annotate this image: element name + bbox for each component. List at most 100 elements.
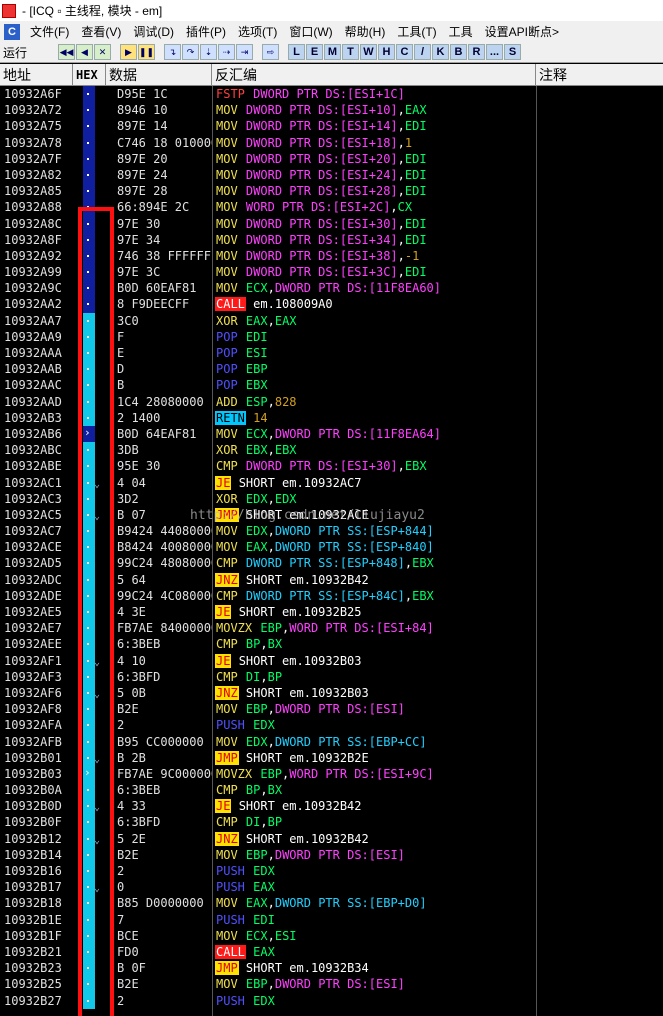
opcode-cell: 897E 20 [117,151,168,166]
disasm-row[interactable]: 10932A85 897E 28 MOV DWORD PTR DS:[ESI+28]… [0,183,663,200]
address-cell: 10932B25 [4,977,62,992]
memory-map-button[interactable]: M [324,44,341,60]
column-data[interactable]: 数据 [106,64,212,86]
executable-modules-button[interactable]: E [306,44,323,60]
opcode-cell: B0D 64EAF81 [117,426,197,441]
menu-help[interactable]: 帮助(H) [339,23,392,40]
mnemonic: MOV [216,928,238,943]
disasm-row[interactable]: 10932A78C746 18 0100000MOV DWORD PTR DS:… [0,134,663,151]
disassembly-cell: CMP BP,BX [215,782,282,798]
menu-window[interactable]: 窗口(W) [283,23,338,40]
address-cell: 10932A8F [4,232,62,247]
address-cell: 10932A78 [4,135,62,150]
operand: WORD PTR DS:[ESI+9C] [289,766,434,781]
column-comment[interactable]: 注释 [536,64,663,86]
menu-api-breakpoint[interactable]: 设置API断点> [479,23,565,40]
column-address[interactable]: 地址 [0,64,73,86]
column-hex[interactable]: HEX [73,64,106,86]
address-cell: 10932AFA [4,718,62,733]
operand: EDI [404,119,427,134]
disassembly-cell: MOV DWORD PTR DS:[ESI+38],-1 [215,248,419,264]
mnemonic: MOV [216,847,238,862]
address-cell: 10932ABC [4,443,62,458]
operand: BP [245,637,261,652]
mnemonic: MOV [216,184,238,199]
operand: DWORD PTR DS:[ESI+20] [245,151,398,166]
step-into-icon[interactable]: ↴ [164,44,181,60]
disassembly-cell: MOVZX EBP,WORD PTR DS:[ESI+9C] [215,766,434,782]
disassembly-cell: PUSH EDX [215,863,275,879]
opcode-cell: 5 64 [117,572,146,587]
call-stack-button[interactable]: K [432,44,449,60]
operand: , [390,200,398,215]
references-button[interactable]: R [468,44,485,60]
source-button[interactable]: S [504,44,521,60]
log-window-button[interactable]: L [288,44,305,60]
mnemonic: CMP [216,783,238,798]
address-cell: 10932AE5 [4,605,62,619]
opcode-cell: 897E 24 [117,167,168,182]
goto-icon[interactable]: ⇨ [262,44,279,60]
menu-tools-2[interactable]: 工具 [443,23,479,40]
mnemonic: CMP [216,588,238,603]
mdi-window-icon[interactable]: C [4,23,20,40]
disasm-row[interactable]: 10932A72 8946 10 MOV DWORD PTR DS:[ESI+10]… [0,102,663,119]
operand: EAX [253,944,275,959]
disassembly-cell: CMP DI,BP [215,669,282,685]
disassembly-cell: CMP DI,BP [215,814,282,830]
disasm-row[interactable]: 10932A82 897E 24 MOV DWORD PTR DS:[ESI+24]… [0,166,663,184]
handles-button[interactable]: H [378,44,395,60]
opcode-cell: 4 10 [117,653,146,668]
patches-button[interactable]: / [414,44,431,60]
disassembly-cell: JNZ SHORT em.10932B42 [215,572,369,588]
disasm-row[interactable]: 10932A75 897E 14 MOV DWORD PTR DS:[ESI+14]… [0,118,663,135]
address-cell: 10932ACE [4,540,62,555]
trace-over-icon[interactable]: ⇢ [218,44,235,60]
menu-debug[interactable]: 调试(D) [127,23,180,40]
column-disassembly[interactable]: 反汇编 [212,64,536,86]
cpu-button[interactable]: C [396,44,413,60]
disassembly-cell: MOV DWORD PTR DS:[ESI+34],EDI [215,232,427,248]
operand: ESI [245,346,268,360]
menu-view[interactable]: 查看(V) [75,23,127,40]
menu-file[interactable]: 文件(F) [24,23,75,40]
operand: EDX [253,718,275,733]
mnemonic: MOV [216,151,238,166]
opcode-cell: B [117,378,125,393]
disasm-row[interactable]: 10932A7F 897E 20 MOV DWORD PTR DS:[ESI+20]… [0,150,663,167]
operand: EAX [245,313,268,328]
disasm-row[interactable]: 10932A6F D95E 1C FSTP DWORD PTR DS:[ESI+1C… [0,86,663,103]
opcode-cell: 3D2 [117,491,139,506]
execute-till-return-icon[interactable]: ⇥ [236,44,253,60]
play-icon[interactable]: ▶ [120,44,137,60]
operand: ECX [245,426,268,441]
opcode-cell: B2E [117,977,139,992]
menu-tools[interactable]: 工具(T) [391,23,442,40]
disassembly-cell: MOV EAX,DWORD PTR SS:[ESP+840] [215,539,434,555]
opcode-cell: B9424 44080000 [117,524,212,539]
breakpoints-button[interactable]: B [450,44,467,60]
menu-options[interactable]: 选项(T) [232,23,283,40]
trace-into-icon[interactable]: ⇣ [200,44,217,60]
operand: BP [267,669,283,684]
disassembly-cell: MOV ECX,DWORD PTR DS:[11F8EA60] [215,280,441,296]
operand: BX [267,783,283,798]
column-header: 地址 HEX 数据 反汇编 注释 [0,64,663,86]
step-over-icon[interactable]: ↷ [182,44,199,60]
restart-icon[interactable]: ◀◀ [58,44,75,60]
operand: DWORD PTR DS:[ESI+30] [245,216,398,231]
operand: DWORD PTR DS:[ESI+18] [245,135,398,150]
pause-icon[interactable]: ❚❚ [138,44,155,60]
rewind-icon[interactable]: ◀ [76,44,93,60]
run-trace-button[interactable]: ... [486,44,503,60]
disassembly-cell: PUSH EDX [215,993,275,1009]
menu-plugins[interactable]: 插件(P) [180,23,232,40]
mnemonic: CMP [216,669,238,684]
opcode-cell: 6:3BEB [117,783,161,798]
close-icon[interactable]: ✕ [94,44,111,60]
address-cell: 10932B1F [4,928,62,943]
operand: EBP [245,977,268,992]
windows-button[interactable]: W [360,44,377,60]
address-cell: 10932A75 [4,119,62,134]
threads-button[interactable]: T [342,44,359,60]
